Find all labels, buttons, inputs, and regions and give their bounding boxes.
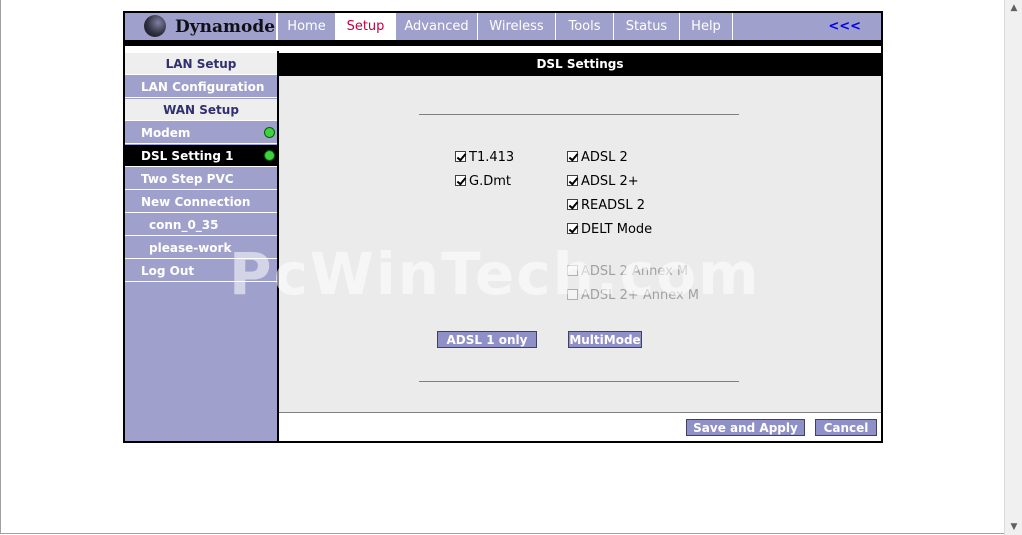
tab-advanced[interactable]: Advanced (395, 13, 477, 40)
adsl2-annex-m-label: ADSL 2 Annex M (581, 264, 689, 279)
tab-help[interactable]: Help (679, 13, 733, 40)
page-title: DSL Settings (279, 53, 881, 76)
mode-gdmt-row[interactable]: G.Dmt (455, 174, 511, 189)
mode-adsl2plus-annex-m-row: ADSL 2+ Annex M (567, 288, 700, 303)
dsl-settings-panel: T1.413 G.Dmt ADSL 2 ADSL 2+ READSL 2 DEL… (279, 76, 881, 412)
sidebar-item-please-work[interactable]: please-work (125, 237, 277, 259)
mode-adsl2-row[interactable]: ADSL 2 (567, 150, 628, 165)
adsl1-only-button[interactable]: ADSL 1 only (437, 331, 537, 348)
sidebar-item-log-out[interactable]: Log Out (125, 260, 277, 282)
router-app: Dynamode Home Setup Advanced Wireless To… (123, 11, 883, 443)
tab-home[interactable]: Home (277, 13, 335, 40)
divider-bottom (419, 381, 739, 382)
back-link[interactable]: <<< (828, 13, 861, 40)
scroll-up-icon[interactable]: ▲ (1006, 0, 1022, 16)
adsl2-checkbox[interactable] (567, 151, 578, 162)
scroll-down-icon[interactable]: ▼ (1006, 519, 1022, 535)
top-nav: Home Setup Advanced Wireless Tools Statu… (277, 13, 881, 40)
t1413-label: T1.413 (469, 150, 515, 165)
cancel-button[interactable]: Cancel (815, 419, 877, 436)
tab-setup[interactable]: Setup (335, 13, 395, 40)
sidebar-item-conn-0-35[interactable]: conn_0_35 (125, 214, 277, 236)
adsl2plus-annex-m-checkbox (567, 289, 578, 300)
mode-t1413-row[interactable]: T1.413 (455, 150, 515, 165)
adsl2plus-checkbox[interactable] (567, 175, 578, 186)
mode-delt-row[interactable]: DELT Mode (567, 222, 653, 237)
adsl2-annex-m-checkbox (567, 265, 578, 276)
gdmt-checkbox[interactable] (455, 175, 466, 186)
vertical-scrollbar[interactable]: ▲ ▼ (1004, 0, 1022, 535)
sidebar-item-new-connection[interactable]: New Connection (125, 191, 277, 213)
gdmt-label: G.Dmt (469, 174, 511, 189)
tab-wireless[interactable]: Wireless (477, 13, 555, 40)
t1413-checkbox[interactable] (455, 151, 466, 162)
sidebar-heading-wan-setup: WAN Setup (125, 99, 277, 121)
logo-sphere-icon (144, 15, 166, 37)
sidebar-item-dsl-setting-1[interactable]: DSL Setting 1 (125, 145, 277, 167)
header-spacer (125, 46, 881, 51)
adsl2plus-annex-m-label: ADSL 2+ Annex M (581, 288, 700, 303)
delt-checkbox[interactable] (567, 223, 578, 234)
logo-text: Dynamode (175, 17, 276, 37)
mode-adsl2-annex-m-row: ADSL 2 Annex M (567, 264, 689, 279)
sidebar-item-lan-configuration[interactable]: LAN Configuration (125, 76, 277, 98)
status-dot-icon (264, 150, 275, 161)
adsl2plus-label: ADSL 2+ (581, 174, 639, 189)
readsl2-label: READSL 2 (581, 198, 646, 213)
multimode-button[interactable]: MultiMode (568, 331, 642, 348)
sidebar-item-modem[interactable]: Modem (125, 122, 277, 144)
sidebar-item-two-step-pvc[interactable]: Two Step PVC (125, 168, 277, 190)
tab-status[interactable]: Status (613, 13, 679, 40)
status-dot-icon (264, 127, 275, 138)
adsl2-label: ADSL 2 (581, 150, 628, 165)
save-and-apply-button[interactable]: Save and Apply (686, 419, 805, 436)
sidebar-item-label: DSL Setting 1 (141, 149, 234, 163)
readsl2-checkbox[interactable] (567, 199, 578, 210)
sidebar: LAN Setup LAN Configuration WAN Setup Mo… (125, 53, 277, 441)
tab-tools[interactable]: Tools (555, 13, 613, 40)
delt-label: DELT Mode (581, 222, 653, 237)
sidebar-item-label: Modem (141, 126, 191, 140)
logo: Dynamode (125, 13, 276, 40)
panel-footer: Save and Apply Cancel (279, 412, 881, 441)
mode-adsl2plus-row[interactable]: ADSL 2+ (567, 174, 639, 189)
sidebar-heading-lan-setup: LAN Setup (125, 53, 277, 75)
mode-readsl2-row[interactable]: READSL 2 (567, 198, 646, 213)
divider-top (419, 114, 739, 115)
